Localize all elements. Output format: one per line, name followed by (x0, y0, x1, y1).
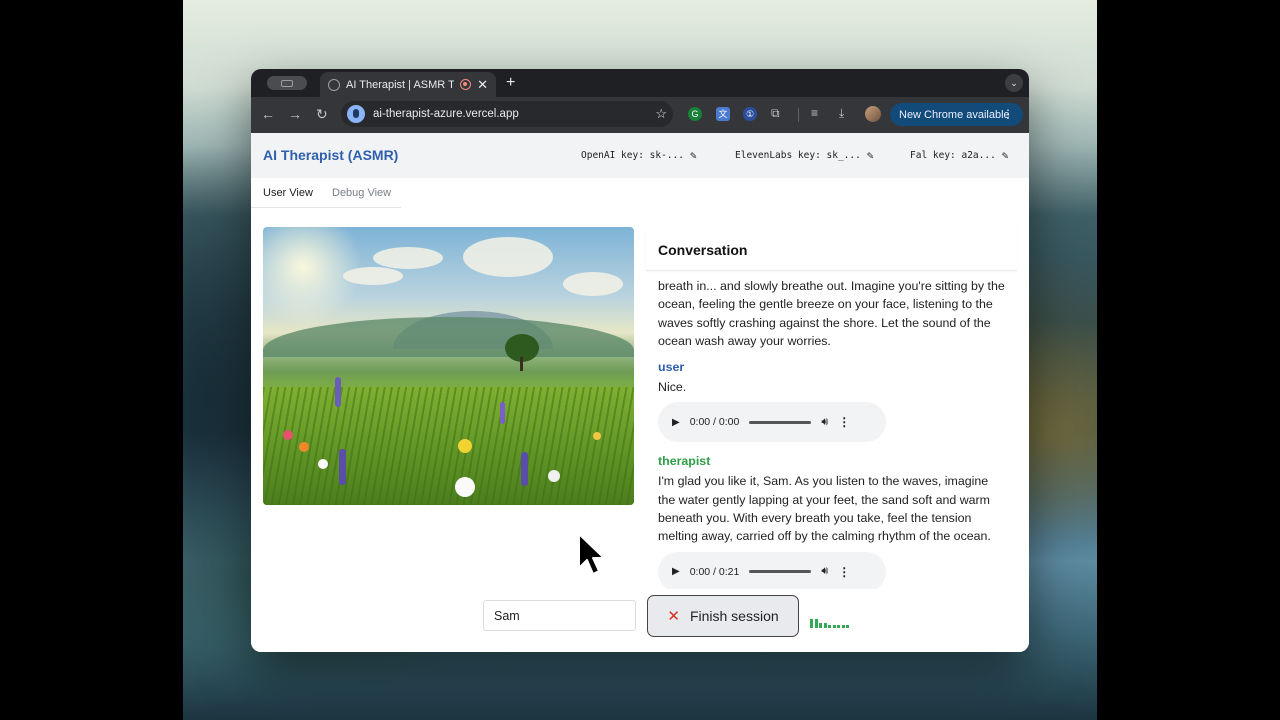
level-bar (841, 625, 845, 628)
microphone-icon[interactable] (347, 105, 365, 123)
edit-elevenlabs-key-icon[interactable]: ✎ (867, 149, 874, 162)
level-bar (828, 625, 831, 628)
audio-seek-bar[interactable] (749, 420, 812, 424)
level-bar (823, 623, 827, 628)
more-options-icon[interactable]: ⋮ (838, 565, 850, 579)
volume-icon[interactable]: 🔊︎ (821, 565, 828, 578)
browser-toolbar: ← → ↻ ai-therapist-azure.vercel.app ☆ G … (251, 97, 1029, 133)
name-input[interactable] (483, 600, 636, 631)
tab-groups-icon (281, 80, 293, 87)
session-controls: ✕ Finish session (251, 588, 1029, 652)
message-text: I'm glad you like it, Sam. As you listen… (658, 474, 991, 544)
conversation-scroll[interactable]: breath in... and slowly breathe out. Ima… (646, 271, 1017, 589)
more-options-icon[interactable]: ⋮ (838, 415, 850, 429)
openai-key-label: OpenAI key: sk-... (581, 150, 684, 161)
audio-time: 0:00 / 0:21 (689, 565, 740, 578)
elevenlabs-key: ElevenLabs key: sk_... ✎ (735, 149, 873, 162)
mouse-cursor-icon (578, 533, 605, 575)
new-tab-button[interactable]: + (506, 74, 515, 92)
audio-level-meter (810, 618, 849, 628)
address-bar[interactable]: ai-therapist-azure.vercel.app ☆ (341, 101, 673, 127)
toolbar-divider (798, 108, 799, 122)
chrome-update-button[interactable]: New Chrome available ⋮ (890, 103, 1023, 126)
grammarly-icon[interactable]: G (688, 107, 702, 121)
reload-icon[interactable]: ↻ (316, 106, 328, 123)
password-manager-icon[interactable]: ① (743, 107, 757, 121)
level-bar (837, 625, 840, 628)
close-icon: ✕ (667, 608, 680, 625)
audio-seek-bar[interactable] (749, 570, 812, 574)
message-text: breath in... and slowly breathe out. Ima… (658, 279, 1005, 348)
edit-openai-key-icon[interactable]: ✎ (690, 149, 697, 162)
fal-key: Fal key: a2a... ✎ (910, 149, 1008, 162)
back-arrow-icon[interactable]: ← (261, 106, 275, 122)
recording-icon (460, 79, 472, 90)
fal-key-label: Fal key: a2a... (910, 150, 996, 161)
play-icon[interactable]: ▶ (672, 417, 680, 428)
level-bar (810, 619, 813, 628)
view-tabs: User View Debug View (251, 178, 401, 208)
audio-time: 0:00 / 0:00 (689, 416, 740, 429)
download-icon[interactable]: ⤓ (839, 106, 844, 121)
screen: AI Therapist | ASMR Thera ✕ + ⌄ ← → ↻ ai… (0, 0, 1280, 720)
translate-icon[interactable]: 文 (716, 107, 730, 121)
play-icon[interactable]: ▶ (672, 566, 680, 577)
edit-fal-key-icon[interactable]: ✎ (1002, 149, 1009, 162)
message-role-user: user (658, 360, 685, 375)
extensions-puzzle-icon[interactable]: ⧉ (771, 106, 780, 121)
level-bar (846, 625, 849, 628)
conversation-title: Conversation (646, 227, 1017, 271)
openai-key: OpenAI key: sk-... ✎ (581, 149, 697, 162)
tab-groups-button[interactable] (267, 76, 307, 90)
close-tab-icon[interactable]: ✕ (477, 77, 488, 93)
generated-scene-image (263, 227, 634, 505)
level-bar (832, 625, 836, 628)
audio-player: ▶ 0:00 / 0:21 🔊︎ ⋮ (658, 551, 886, 589)
app-header: AI Therapist (ASMR) OpenAI key: sk-... ✎… (251, 133, 1029, 178)
level-bar (814, 619, 818, 628)
update-label: New Chrome available (899, 108, 1010, 121)
tab-strip: AI Therapist | ASMR Thera ✕ + ⌄ (251, 69, 1029, 97)
tab-title: AI Therapist | ASMR Thera (346, 78, 455, 91)
more-menu-icon[interactable]: ⋮ (1002, 107, 1014, 121)
browser-tab[interactable]: AI Therapist | ASMR Thera ✕ (320, 72, 496, 97)
app-page: AI Therapist (ASMR) OpenAI key: sk-... ✎… (251, 133, 1029, 652)
message-role-therapist: therapist (658, 454, 711, 469)
tab-search-button[interactable]: ⌄ (1005, 74, 1023, 92)
bookmark-star-icon[interactable]: ☆ (655, 106, 667, 122)
finish-session-label: Finish session (689, 608, 779, 624)
elevenlabs-key-label: ElevenLabs key: sk_... (735, 150, 861, 161)
audio-player: ▶ 0:00 / 0:00 🔊︎ ⋮ (658, 402, 886, 443)
finish-session-button[interactable]: ✕ Finish session (647, 595, 799, 637)
profile-avatar[interactable] (865, 106, 881, 122)
url-text: ai-therapist-azure.vercel.app (373, 108, 519, 120)
message-text: Nice. (658, 380, 687, 395)
browser-window: AI Therapist | ASMR Thera ✕ + ⌄ ← → ↻ ai… (251, 69, 1029, 652)
globe-icon (328, 78, 340, 91)
volume-icon[interactable]: 🔊︎ (821, 416, 828, 429)
tab-debug-view[interactable]: Debug View (332, 187, 391, 199)
level-bar (819, 623, 822, 628)
media-control-icon[interactable]: ≡ (811, 106, 818, 120)
conversation-panel: Conversation breath in... and slowly bre… (646, 227, 1017, 589)
app-title: AI Therapist (ASMR) (263, 147, 399, 163)
tab-user-view[interactable]: User View (263, 187, 313, 199)
forward-arrow-icon[interactable]: → (288, 106, 302, 122)
